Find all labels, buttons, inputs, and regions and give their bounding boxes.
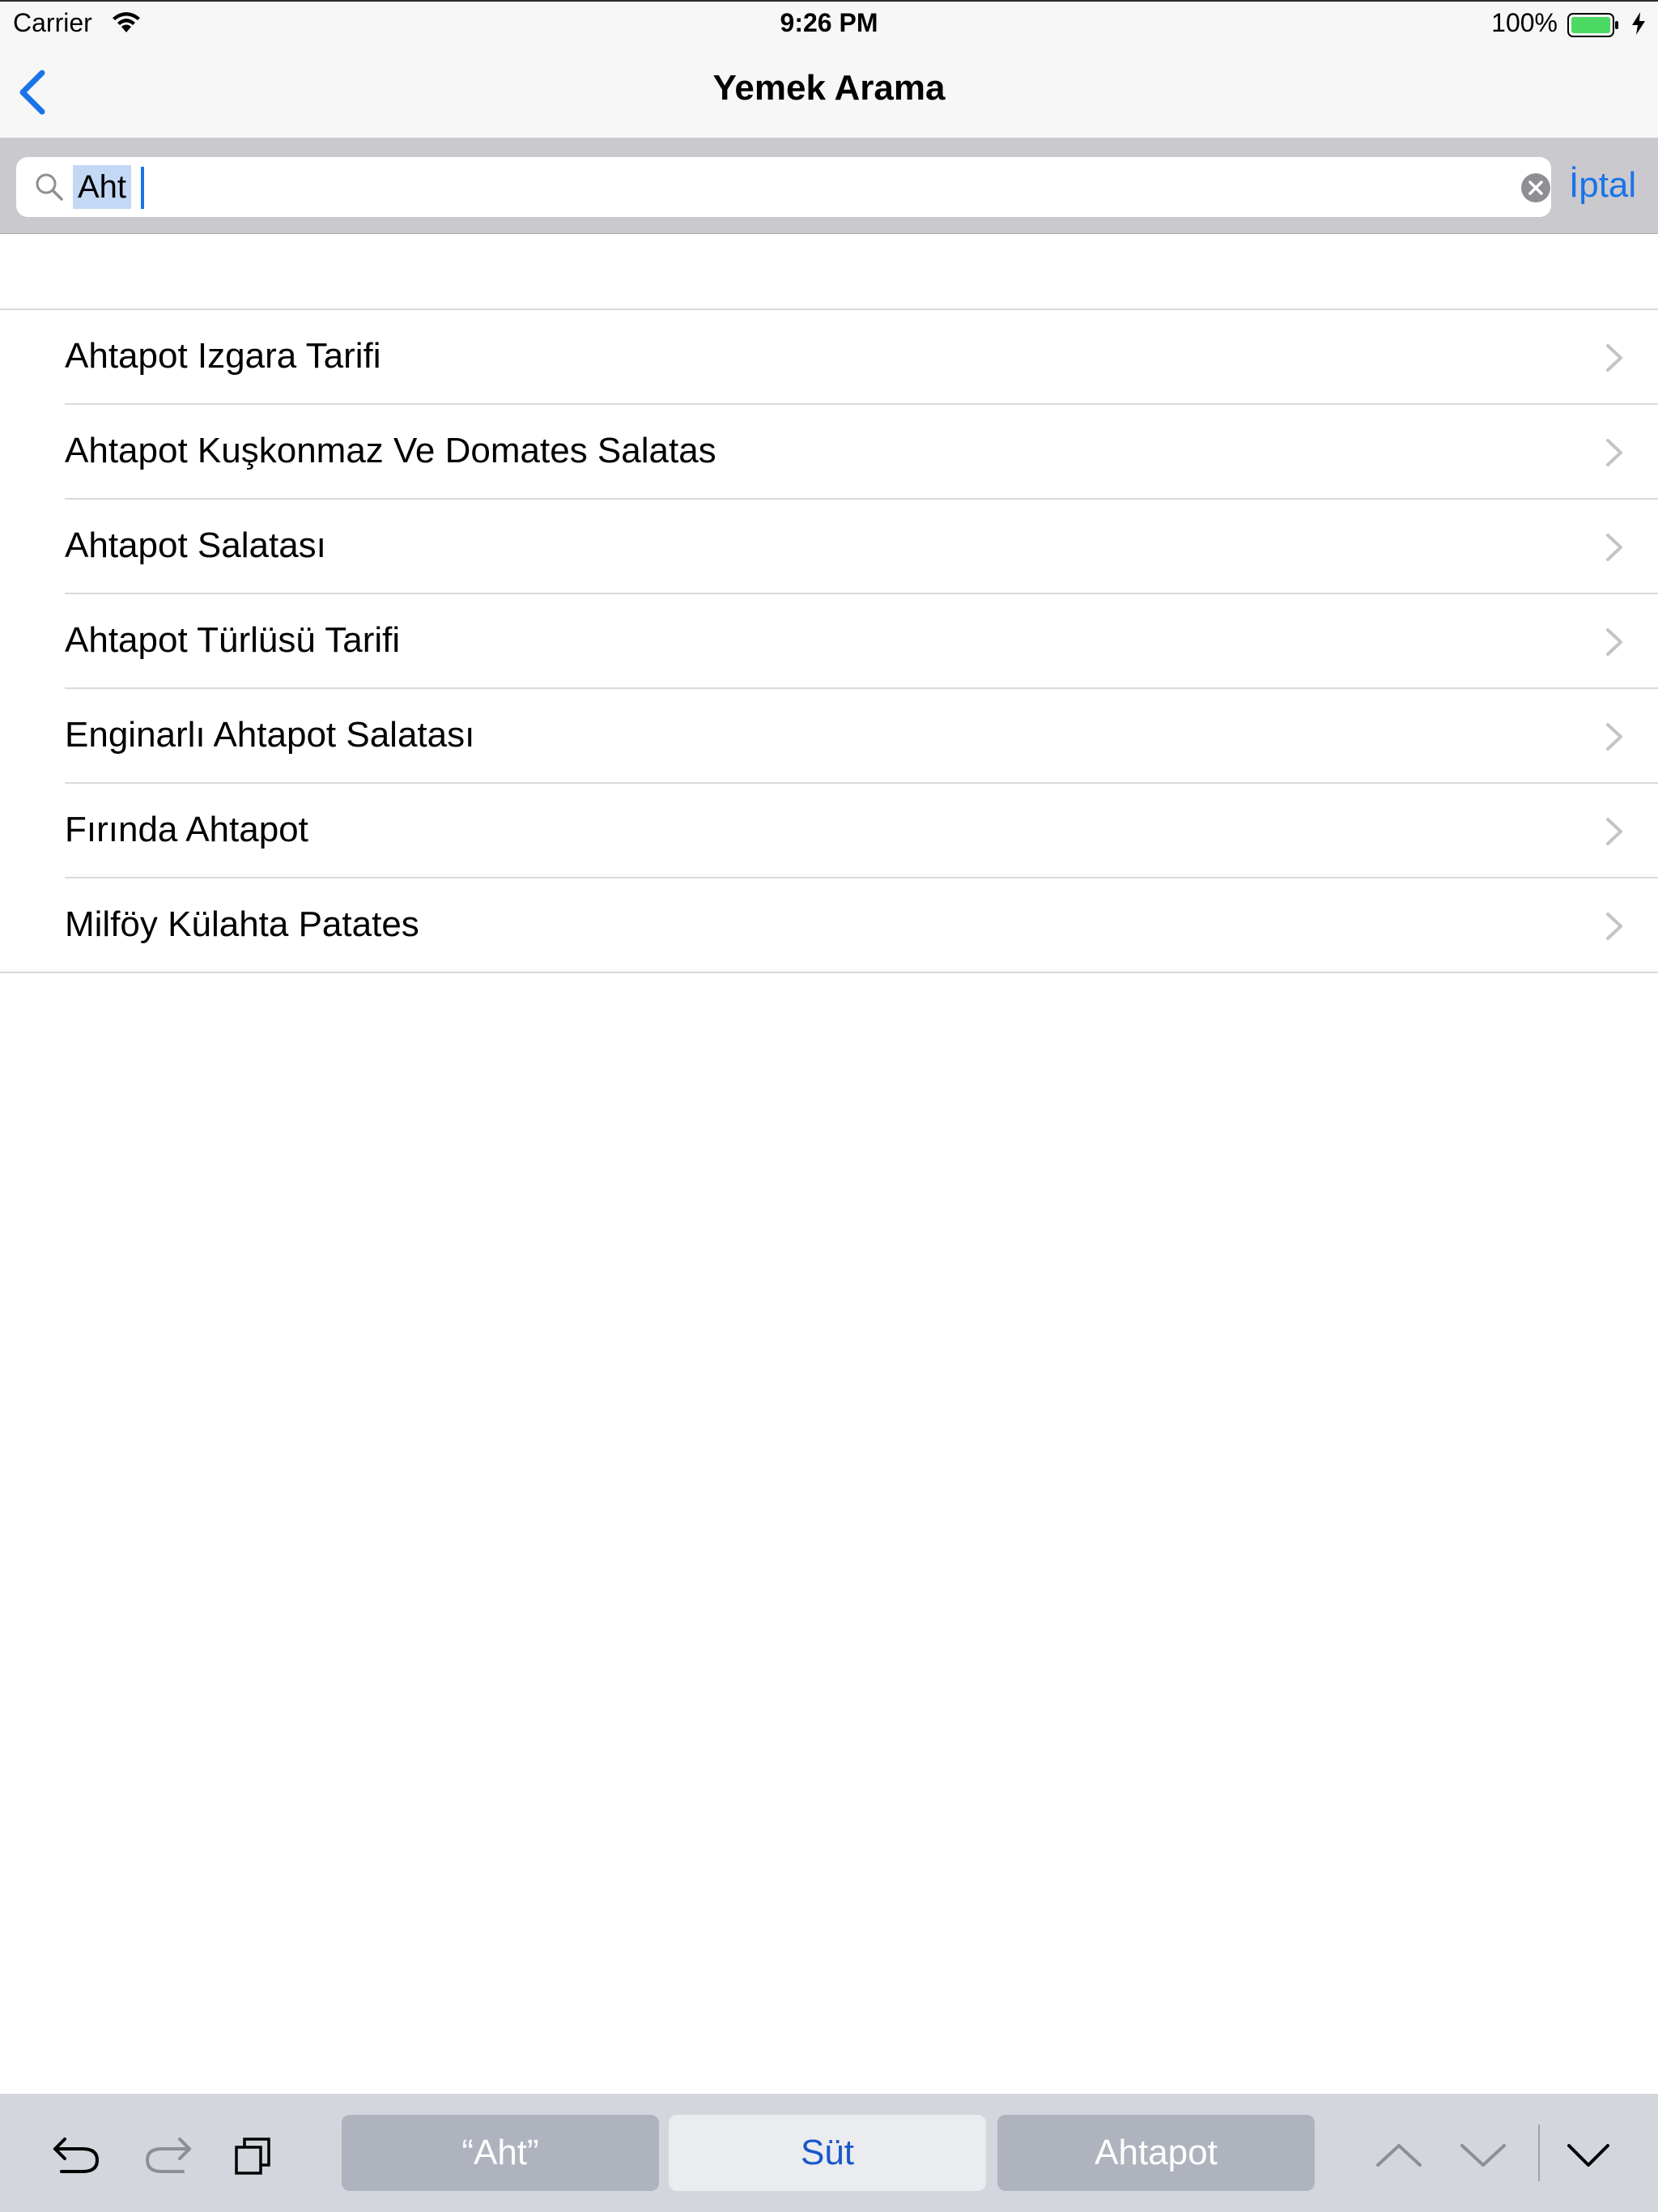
list-item-label: Milföy Külahta Patates [65, 904, 419, 944]
suggestion-primary[interactable]: Süt [669, 2115, 986, 2191]
chevron-right-icon [1605, 627, 1624, 661]
search-input[interactable]: Aht [16, 157, 1551, 217]
suggestion-typed[interactable]: “Aht” [342, 2115, 659, 2191]
page-title: Yemek Arama [712, 68, 946, 108]
chevron-right-icon [1605, 721, 1624, 756]
list-item[interactable]: Milföy Külahta Patates [0, 878, 1658, 973]
search-icon [34, 172, 65, 206]
row-separator [0, 972, 1658, 973]
list-item-label: Ahtapot Türlüsü Tarifi [65, 620, 401, 660]
undo-icon[interactable] [50, 2134, 102, 2180]
navigation-bar: Yemek Arama [0, 44, 1658, 138]
search-bar: Aht İptal [0, 138, 1658, 234]
list-item[interactable]: Enginarlı Ahtapot Salatası [0, 689, 1658, 784]
battery-percentage: 100% [1491, 8, 1558, 37]
paste-icon[interactable] [233, 2134, 275, 2180]
text-cursor [141, 167, 144, 209]
list-item-label: Ahtapot Salatası [65, 525, 326, 565]
chevron-right-icon [1605, 437, 1624, 472]
list-item-label: Enginarlı Ahtapot Salatası [65, 715, 475, 755]
charging-icon [1630, 11, 1647, 40]
list-item[interactable]: Ahtapot Salatası [0, 500, 1658, 594]
list-item-label: Ahtapot Izgara Tarifi [65, 336, 381, 376]
dismiss-keyboard-icon[interactable] [1566, 2141, 1611, 2172]
list-item[interactable]: Ahtapot Türlüsü Tarifi [0, 594, 1658, 689]
list-item-label: Fırında Ahtapot [65, 810, 308, 849]
chevron-right-icon [1605, 911, 1624, 946]
suggestion-alternate[interactable]: Ahtapot [997, 2115, 1315, 2191]
battery-icon [1567, 13, 1619, 41]
list-item[interactable]: Ahtapot Izgara Tarifi [0, 310, 1658, 405]
chevron-up-icon[interactable] [1375, 2141, 1423, 2172]
list-item[interactable]: Ahtapot Kuşkonmaz Ve Domates Salatas [0, 405, 1658, 500]
status-bar: Carrier 9:26 PM 100% [0, 0, 1658, 45]
list-item-label: Ahtapot Kuşkonmaz Ve Domates Salatas [65, 431, 716, 470]
status-time: 9:26 PM [780, 8, 878, 37]
keyboard-shortcut-bar: “Aht” Süt Ahtapot [0, 2094, 1658, 2212]
chevron-right-icon [1605, 342, 1624, 377]
list-item[interactable]: Fırında Ahtapot [0, 784, 1658, 878]
search-query-text: Aht [73, 165, 132, 209]
results-list: Ahtapot Izgara Tarifi Ahtapot Kuşkonmaz V… [0, 310, 1658, 973]
toolbar-divider [1538, 2125, 1540, 2181]
chevron-right-icon [1605, 816, 1624, 851]
chevron-right-icon [1605, 532, 1624, 567]
cancel-button[interactable]: İptal [1569, 165, 1636, 206]
chevron-down-icon[interactable] [1459, 2141, 1507, 2172]
clear-icon[interactable] [1520, 172, 1551, 207]
redo-icon[interactable] [142, 2134, 194, 2180]
